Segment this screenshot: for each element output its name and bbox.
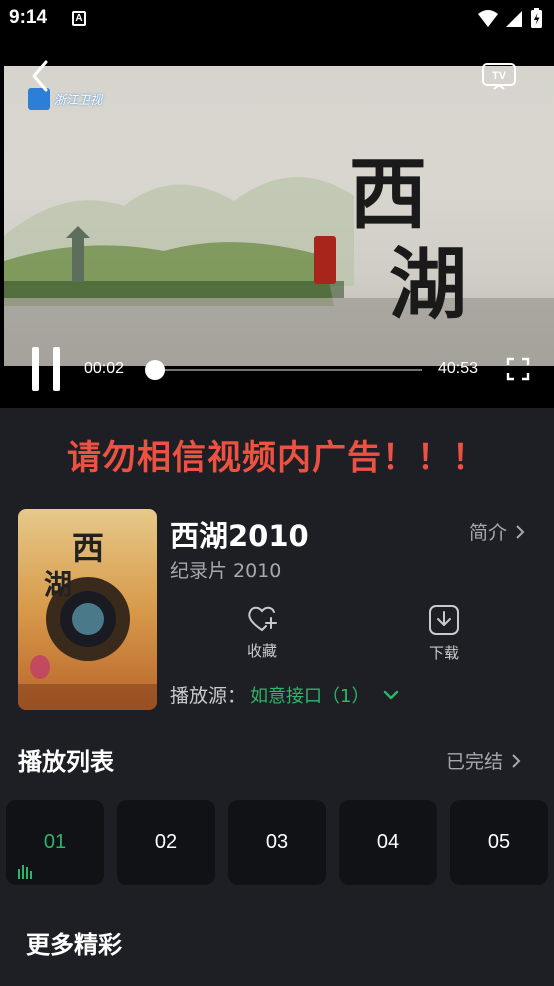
source-label: 播放源： — [170, 685, 247, 707]
download-icon — [429, 605, 459, 635]
total-time: 40:53 — [438, 360, 479, 377]
ad-warning-banner: 请勿相信视频内广告！！！ — [67, 438, 487, 478]
seal-stamp — [314, 236, 336, 284]
playlist-status-button[interactable]: 已完结 — [446, 747, 521, 774]
battery-charging-icon — [531, 8, 542, 28]
svg-text:湖: 湖 — [44, 568, 72, 601]
episode-button[interactable]: 04 — [339, 800, 437, 885]
source-value[interactable]: 如意接口（1） — [250, 682, 369, 708]
chevron-right-icon — [512, 753, 521, 768]
pause-icon[interactable] — [32, 347, 62, 391]
status-bar: 9:14 A — [0, 0, 554, 38]
episode-button[interactable]: 03 — [228, 800, 326, 885]
now-playing-icon — [18, 865, 32, 879]
current-time: 00:02 — [84, 360, 125, 377]
heart-plus-icon — [248, 606, 277, 631]
episode-button[interactable]: 05 — [450, 800, 548, 885]
more-section-title: 更多精彩 — [26, 931, 122, 959]
favorite-button[interactable]: 收藏 — [222, 604, 302, 661]
video-title: 西湖2010 — [170, 519, 309, 553]
download-button[interactable]: 下载 — [404, 604, 484, 663]
episode-label: 05 — [487, 831, 511, 853]
chevron-right-icon — [516, 524, 525, 539]
status-time: 9:14 — [9, 7, 48, 28]
channel-logo-text: 浙江卫视 — [54, 92, 103, 107]
source-selector[interactable]: 播放源： 如意接口（1） — [170, 681, 399, 708]
intro-button[interactable]: 简介 — [469, 518, 525, 545]
video-frame[interactable]: 西 湖 — [4, 66, 554, 366]
svg-text:TV: TV — [492, 70, 507, 82]
wifi-icon — [478, 10, 498, 27]
poster-image: 西 湖 — [18, 509, 157, 710]
back-icon[interactable] — [26, 58, 56, 94]
intro-label: 简介 — [469, 522, 508, 544]
episode-list: 01 02 03 04 05 — [6, 800, 554, 885]
episode-label: 02 — [154, 831, 178, 853]
video-artwork: 西 湖 — [4, 149, 554, 366]
episode-button[interactable]: 01 — [6, 800, 104, 885]
video-meta: 纪录片 2010 — [170, 560, 282, 582]
seek-bar[interactable] — [150, 369, 422, 371]
playlist-status-label: 已完结 — [446, 751, 504, 773]
svg-text:湖: 湖 — [389, 239, 467, 330]
episode-label: 03 — [265, 831, 289, 853]
episode-label: 01 — [43, 831, 67, 853]
notification-app-icon: A — [72, 11, 86, 26]
favorite-label: 收藏 — [246, 642, 277, 660]
fullscreen-icon[interactable] — [506, 357, 530, 381]
svg-text:西: 西 — [72, 529, 104, 567]
status-icons — [476, 8, 546, 30]
video-title-art: 西 — [349, 149, 427, 240]
chevron-down-icon[interactable] — [383, 690, 399, 700]
signal-icon — [506, 11, 522, 27]
episode-label: 04 — [376, 831, 400, 853]
playlist-title: 播放列表 — [18, 748, 114, 776]
tv-cast-icon[interactable]: TV — [481, 62, 517, 92]
download-label: 下载 — [428, 644, 459, 662]
episode-button[interactable]: 02 — [117, 800, 215, 885]
